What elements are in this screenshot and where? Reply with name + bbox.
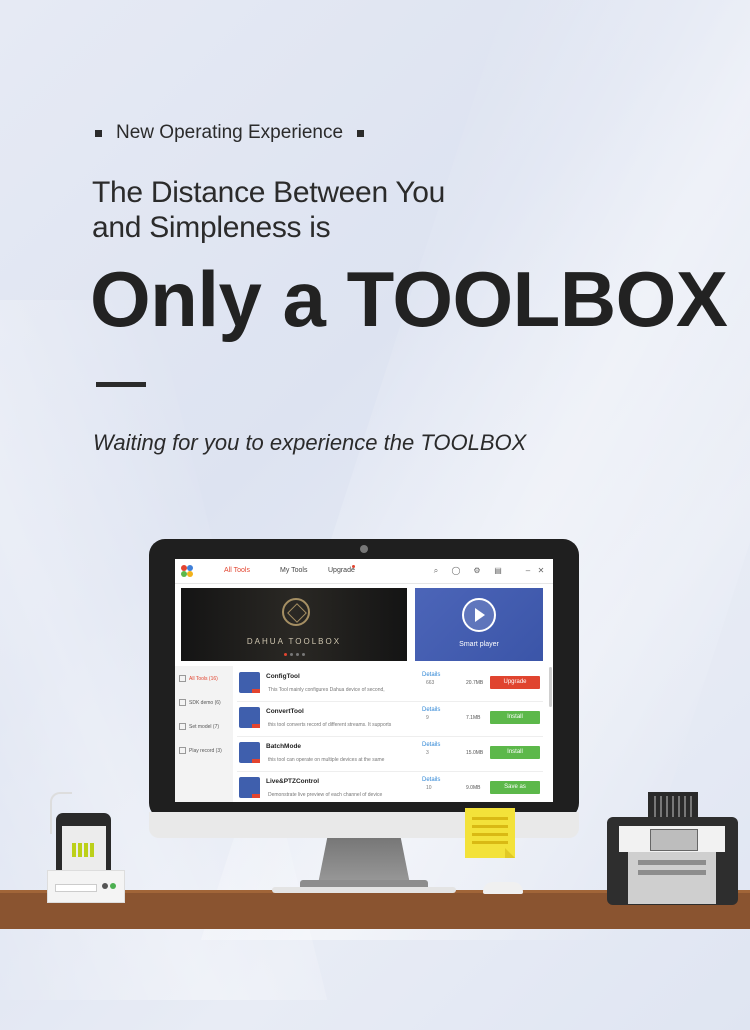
sidebar-item-play-record[interactable]: Play record (3) <box>179 747 222 754</box>
dock-slot <box>55 884 97 892</box>
main-headline: Only a TOOLBOX <box>90 255 728 343</box>
bullet-square-icon <box>357 129 365 137</box>
minimize-icon[interactable]: – <box>523 566 533 576</box>
close-icon[interactable]: ✕ <box>536 566 546 576</box>
tool-name: ConfigTool <box>266 673 300 680</box>
banner-pager[interactable] <box>284 653 305 656</box>
sidebar-item-sdk-demo[interactable]: SDK demo (6) <box>179 699 221 706</box>
install-button[interactable]: Install <box>490 711 540 724</box>
live-ptz-icon <box>239 777 260 798</box>
banner-smart-player[interactable]: Smart player <box>415 588 543 661</box>
configtool-icon <box>239 672 260 693</box>
upgrade-notification-dot <box>352 565 355 568</box>
mouse <box>483 882 523 894</box>
details-link[interactable]: Details <box>422 672 440 678</box>
download-count: 3 <box>426 750 429 756</box>
tab-my-tools[interactable]: My Tools <box>280 567 308 574</box>
tool-name: Live&PTZControl <box>266 778 320 785</box>
tagline: Waiting for you to experience the TOOLBO… <box>93 430 527 455</box>
user-icon[interactable]: ◯ <box>451 566 461 576</box>
app-logo-icon <box>181 565 193 577</box>
tool-row: ConfigTool This Tool mainly configures D… <box>237 667 543 702</box>
banner-dahua-toolbox[interactable]: DAHUA TOOLBOX <box>181 588 407 661</box>
details-link[interactable]: Details <box>422 707 440 713</box>
download-count: 9 <box>426 715 429 721</box>
dock-led-icon <box>110 883 116 889</box>
tool-desc: Demonstrate live preview of each channel… <box>268 792 383 798</box>
app-topbar: All Tools My Tools Upgrade ⌕ ◯ ⚙ ▤ – ✕ <box>175 559 553 584</box>
divider <box>96 382 146 387</box>
sticky-note-fold <box>505 848 515 858</box>
sidebar: All Tools (16) SDK demo (6) Set model (7… <box>175 666 233 802</box>
tool-desc: this tool can operate on multiple device… <box>268 757 385 763</box>
kicker: New Operating Experience <box>95 122 365 144</box>
battery-icon <box>72 843 94 857</box>
sidebar-item-all-tools[interactable]: All Tools (16) <box>179 675 218 682</box>
menu-icon[interactable]: ▤ <box>493 566 503 576</box>
tool-row: ConvertTool this tool converts record of… <box>237 702 543 737</box>
tool-desc: this tool converts record of different s… <box>268 722 392 728</box>
tool-size: 15.0MB <box>466 750 484 756</box>
install-button[interactable]: Install <box>490 746 540 759</box>
details-link[interactable]: Details <box>422 777 440 783</box>
tool-name: ConvertTool <box>266 708 304 715</box>
save-as-button[interactable]: Save as <box>490 781 540 794</box>
dock-led-icon <box>102 883 108 889</box>
banner-side-title: Smart player <box>459 641 499 648</box>
tool-desc: This Tool mainly configures Dahua device… <box>268 687 385 693</box>
tab-all-tools[interactable]: All Tools <box>224 567 250 574</box>
headline-line-2: and Simpleness is <box>92 211 331 244</box>
headline-line-1: The Distance Between You <box>92 176 446 209</box>
tool-row: BatchMode this tool can operate on multi… <box>237 737 543 772</box>
tool-row: Live&PTZControl Demonstrate live preview… <box>237 772 543 802</box>
kicker-text: New Operating Experience <box>116 122 344 143</box>
tool-name: BatchMode <box>266 743 302 750</box>
printer-tray <box>628 852 716 904</box>
upgrade-button[interactable]: Upgrade <box>490 676 540 689</box>
keyboard <box>272 887 456 893</box>
download-count: 10 <box>426 785 432 791</box>
scrollbar[interactable] <box>549 667 552 707</box>
webcam-icon <box>360 545 368 553</box>
bullet-square-icon <box>95 129 102 137</box>
batchmode-icon <box>239 742 260 763</box>
details-link[interactable]: Details <box>422 742 440 748</box>
sidebar-item-set-model[interactable]: Set model (7) <box>179 723 219 730</box>
monitor-stand <box>318 838 410 884</box>
tool-size: 20.7MB <box>466 680 484 686</box>
download-count: 663 <box>426 680 435 686</box>
search-icon[interactable]: ⌕ <box>431 566 441 576</box>
tab-upgrade[interactable]: Upgrade <box>328 567 355 574</box>
play-icon[interactable] <box>462 598 496 632</box>
tool-size: 7.1MB <box>466 715 481 721</box>
converttool-icon <box>239 707 260 728</box>
toolbox-emblem-icon <box>282 598 310 626</box>
banner-title: DAHUA TOOLBOX <box>246 637 342 646</box>
printer-display <box>650 829 698 851</box>
tool-size: 9.0MB <box>466 785 481 791</box>
toolbox-app-window: All Tools My Tools Upgrade ⌕ ◯ ⚙ ▤ – ✕ D… <box>175 559 553 802</box>
gear-icon[interactable]: ⚙ <box>472 566 482 576</box>
